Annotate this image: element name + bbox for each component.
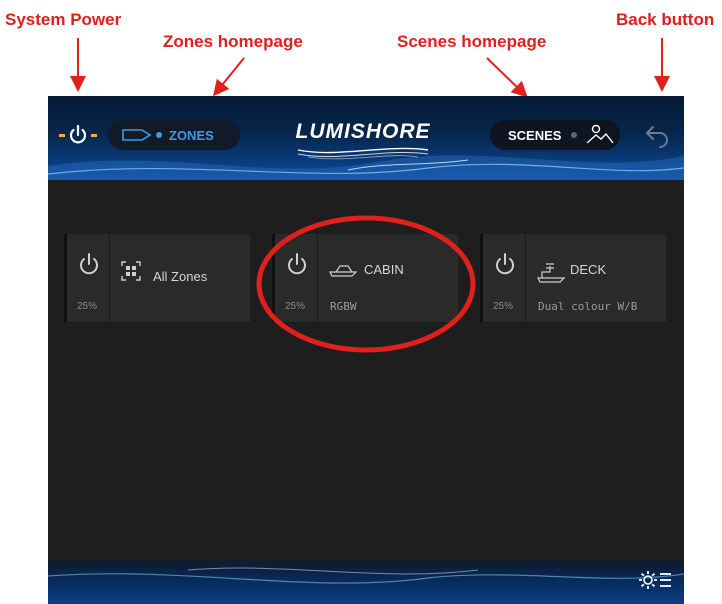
footer-waves <box>48 567 684 584</box>
zone-name: DECK <box>570 262 607 277</box>
logo-swoosh <box>297 147 429 160</box>
zones-label: ZONES <box>169 127 214 143</box>
zone-type: RGBW <box>330 300 357 313</box>
zone-power-icon[interactable] <box>77 252 101 276</box>
app-screen: ZONES LUMISHORE SCENES 25% All Zones 25%… <box>48 96 684 604</box>
zone-brightness: 25% <box>493 301 514 312</box>
zones-active-dot <box>156 132 162 138</box>
callout-zones-homepage: Zones homepage <box>163 32 303 51</box>
arrow-scenes-homepage <box>486 57 528 98</box>
system-power-button[interactable] <box>56 120 100 150</box>
zone-power-icon[interactable] <box>285 252 309 276</box>
arrow-zones-homepage <box>212 57 245 97</box>
zones-boat-icon <box>122 129 152 141</box>
zone-tile-all-zones[interactable]: 25% All Zones <box>64 234 250 322</box>
scenes-dot <box>571 132 578 138</box>
callout-back-button: Back button <box>616 10 715 29</box>
zones-homepage-button[interactable]: ZONES <box>108 120 240 150</box>
scenes-landscape-icon <box>587 124 615 144</box>
lumishore-logo: LUMISHORE <box>295 120 431 143</box>
zone-power-section: 25% <box>480 234 526 322</box>
callout-system-power: System Power <box>5 10 122 29</box>
grid-icon <box>121 261 141 281</box>
cabin-boat-icon <box>329 265 358 277</box>
back-button[interactable] <box>644 122 672 148</box>
zone-tile-cabin[interactable]: 25% CABIN RGBW <box>272 234 458 322</box>
power-dash-right <box>91 133 97 137</box>
zone-power-icon[interactable] <box>493 252 517 276</box>
deck-boat-icon <box>537 263 566 283</box>
zone-name: CABIN <box>364 262 404 277</box>
header-bar: ZONES LUMISHORE SCENES <box>48 96 684 180</box>
callout-scenes-homepage: Scenes homepage <box>397 32 547 51</box>
zone-power-section: 25% <box>64 234 110 322</box>
zone-name: All Zones <box>153 269 208 284</box>
scenes-homepage-button[interactable]: SCENES <box>490 120 620 150</box>
zone-type: Dual colour W/B <box>538 300 638 313</box>
zone-tile-deck[interactable]: 25% DECK Dual colour W/B <box>480 234 666 322</box>
zone-brightness: 25% <box>285 301 306 312</box>
power-icon <box>69 124 87 144</box>
footer-bar <box>48 556 684 604</box>
scenes-label: SCENES <box>508 127 562 143</box>
power-dash-left <box>59 133 65 137</box>
zone-power-section: 25% <box>272 234 318 322</box>
settings-menu-icon[interactable] <box>638 568 672 592</box>
zone-brightness: 25% <box>77 301 98 312</box>
